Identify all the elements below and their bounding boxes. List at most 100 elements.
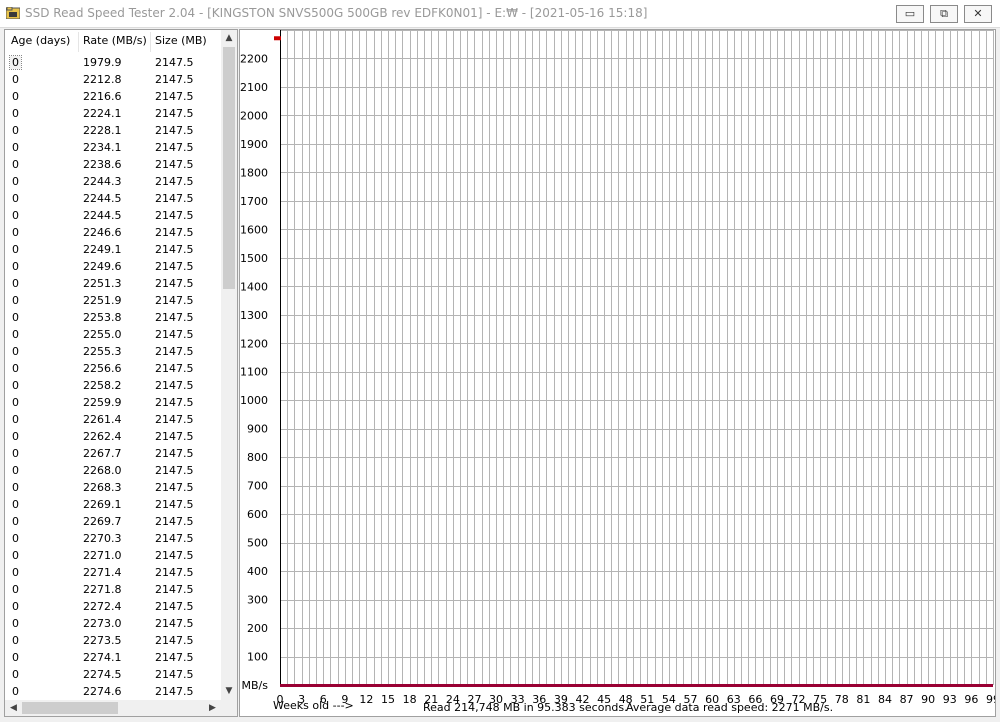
column-divider[interactable]: [78, 32, 79, 52]
scroll-up-icon[interactable]: ▲: [221, 30, 237, 47]
rate-cell: 2272.4: [83, 600, 122, 613]
y-tick-label: 2100: [240, 81, 268, 94]
age-cell: 0: [12, 396, 19, 409]
y-tick-label: 400: [247, 565, 268, 578]
age-cell: 0: [12, 447, 19, 460]
zero-baseline: [280, 684, 993, 687]
list-item[interactable]: 0 2255.3 2147.5: [5, 343, 221, 360]
y-tick-label: 500: [247, 537, 268, 550]
size-cell: 2147.5: [155, 294, 194, 307]
title-bar[interactable]: SSD Read Speed Tester 2.04 - [KINGSTON S…: [0, 0, 1000, 28]
age-cell: 0: [12, 515, 19, 528]
list-item[interactable]: 0 2271.8 2147.5: [5, 581, 221, 598]
scroll-left-icon[interactable]: ◀: [5, 700, 22, 716]
list-item[interactable]: 0 2249.1 2147.5: [5, 241, 221, 258]
size-cell: 2147.5: [155, 430, 194, 443]
list-item[interactable]: 0 2238.6 2147.5: [5, 156, 221, 173]
rate-cell: 2261.4: [83, 413, 122, 426]
column-header-size[interactable]: Size (MB): [155, 34, 207, 47]
horizontal-scrollbar[interactable]: ◀ ▶: [5, 700, 221, 716]
list-item[interactable]: 0 2267.7 2147.5: [5, 445, 221, 462]
rate-cell: 2216.6: [83, 90, 122, 103]
y-tick-label: 2000: [240, 109, 268, 122]
list-item[interactable]: 0 2244.5 2147.5: [5, 207, 221, 224]
scroll-down-icon[interactable]: ▼: [221, 683, 237, 700]
list-item[interactable]: 0 2244.5 2147.5: [5, 190, 221, 207]
list-item[interactable]: 0 2271.4 2147.5: [5, 564, 221, 581]
age-cell: 0: [12, 73, 19, 86]
y-tick-label: 600: [247, 508, 268, 521]
list-item[interactable]: 0 2244.3 2147.5: [5, 173, 221, 190]
size-cell: 2147.5: [155, 600, 194, 613]
age-cell: 0: [12, 634, 19, 647]
size-cell: 2147.5: [155, 328, 194, 341]
size-cell: 2147.5: [155, 481, 194, 494]
list-item[interactable]: 0 2270.3 2147.5: [5, 530, 221, 547]
size-cell: 2147.5: [155, 498, 194, 511]
y-tick-label: 200: [247, 622, 268, 635]
age-cell: 0: [12, 294, 19, 307]
list-item[interactable]: 0 2249.6 2147.5: [5, 258, 221, 275]
list-item[interactable]: 0 2228.1 2147.5: [5, 122, 221, 139]
column-header-age[interactable]: Age (days): [11, 34, 70, 47]
column-header-rate[interactable]: Rate (MB/s): [83, 34, 147, 47]
rate-cell: 2269.7: [83, 515, 122, 528]
list-item[interactable]: 0 2274.5 2147.5: [5, 666, 221, 683]
list-item[interactable]: 0 2269.1 2147.5: [5, 496, 221, 513]
size-cell: 2147.5: [155, 549, 194, 562]
list-item[interactable]: 0 2274.6 2147.5: [5, 683, 221, 700]
list-item[interactable]: 0 2234.1 2147.5: [5, 139, 221, 156]
x-tick-label: 84: [878, 693, 892, 706]
rate-cell: 2234.1: [83, 141, 122, 154]
list-item[interactable]: 0 2256.6 2147.5: [5, 360, 221, 377]
rate-cell: 2244.5: [83, 209, 122, 222]
age-cell: 0: [12, 685, 19, 698]
rate-cell: 2251.9: [83, 294, 122, 307]
results-list[interactable]: Age (days) Rate (MB/s) Size (MB) 0 1979.9…: [4, 29, 238, 717]
size-cell: 2147.5: [155, 345, 194, 358]
list-item[interactable]: 0 2251.3 2147.5: [5, 275, 221, 292]
list-item[interactable]: 0 1979.9 2147.5: [5, 54, 221, 71]
list-item[interactable]: 0 2246.6 2147.5: [5, 224, 221, 241]
list-item[interactable]: 0 2216.6 2147.5: [5, 88, 221, 105]
x-tick-label: 90: [921, 693, 935, 706]
vertical-scroll-thumb[interactable]: [223, 47, 235, 289]
list-item[interactable]: 0 2258.2 2147.5: [5, 377, 221, 394]
list-item[interactable]: 0 2271.0 2147.5: [5, 547, 221, 564]
x-tick-label: 78: [835, 693, 849, 706]
list-item[interactable]: 0 2268.3 2147.5: [5, 479, 221, 496]
speed-chart-panel: 2200 2100 2000 1900 1800 1700 1600 1500 1400 1300…: [239, 29, 996, 717]
list-item[interactable]: 0 2269.7 2147.5: [5, 513, 221, 530]
age-cell: 0: [12, 379, 19, 392]
size-cell: 2147.5: [155, 56, 194, 69]
horizontal-scroll-thumb[interactable]: [22, 702, 118, 714]
column-divider[interactable]: [150, 32, 151, 52]
close-button[interactable]: ✕: [964, 5, 992, 23]
list-item[interactable]: 0 2274.1 2147.5: [5, 649, 221, 666]
list-item[interactable]: 0 2273.5 2147.5: [5, 632, 221, 649]
minimize-button[interactable]: ▭: [896, 5, 924, 23]
list-item[interactable]: 0 2259.9 2147.5: [5, 394, 221, 411]
list-item[interactable]: 0 2262.4 2147.5: [5, 428, 221, 445]
maximize-button[interactable]: ⧉: [930, 5, 958, 23]
vertical-scrollbar[interactable]: ▲ ▼: [221, 30, 237, 700]
list-item[interactable]: 0 2272.4 2147.5: [5, 598, 221, 615]
rate-cell: 2271.4: [83, 566, 122, 579]
x-axis-label: Weeks old --->: [273, 699, 354, 712]
list-item[interactable]: 0 2212.8 2147.5: [5, 71, 221, 88]
list-item[interactable]: 0 2253.8 2147.5: [5, 309, 221, 326]
list-item[interactable]: 0 2255.0 2147.5: [5, 326, 221, 343]
rate-cell: 2271.8: [83, 583, 122, 596]
list-item[interactable]: 0 2261.4 2147.5: [5, 411, 221, 428]
size-cell: 2147.5: [155, 685, 194, 698]
list-item[interactable]: 0 2251.9 2147.5: [5, 292, 221, 309]
rate-cell: 2268.0: [83, 464, 122, 477]
list-item[interactable]: 0 2268.0 2147.5: [5, 462, 221, 479]
size-cell: 2147.5: [155, 668, 194, 681]
y-axis-unit-label: MB/s: [242, 679, 269, 692]
list-item[interactable]: 0 2224.1 2147.5: [5, 105, 221, 122]
size-cell: 2147.5: [155, 158, 194, 171]
y-tick-label: 1000: [240, 394, 268, 407]
list-item[interactable]: 0 2273.0 2147.5: [5, 615, 221, 632]
scroll-right-icon[interactable]: ▶: [204, 700, 221, 716]
